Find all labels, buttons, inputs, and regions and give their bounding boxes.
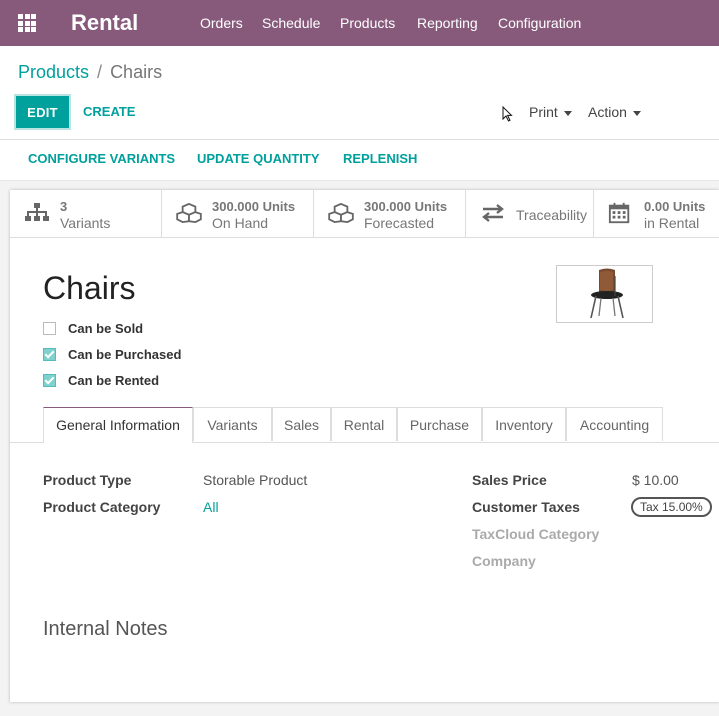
menu-products[interactable]: Products [340, 15, 395, 31]
on-hand-label: On Hand [212, 215, 269, 231]
chevron-down-icon [563, 110, 572, 116]
update-quantity-button[interactable]: UPDATE QUANTITY [197, 151, 320, 166]
product-name[interactable]: Chairs [43, 270, 135, 307]
customer-taxes-label: Customer Taxes [472, 499, 580, 515]
can-be-sold-label: Can be Sold [68, 321, 144, 336]
menu-configuration[interactable]: Configuration [498, 15, 581, 31]
tab-sales[interactable]: Sales [272, 407, 331, 441]
forecasted-value: 300.000 Units [364, 199, 448, 214]
chevron-down-icon [632, 110, 641, 116]
taxcloud-category-label: TaxCloud Category [472, 526, 600, 542]
create-button[interactable]: CREATE [83, 104, 135, 119]
variants-label: Variants [60, 215, 111, 231]
product-image[interactable] [556, 265, 653, 323]
replenish-button[interactable]: REPLENISH [343, 151, 417, 166]
can-be-rented-label: Can be Rented [68, 373, 160, 388]
traceability-smart-button[interactable]: Traceability [466, 190, 594, 237]
tab-general-information[interactable]: General Information [43, 407, 193, 443]
cubes-icon [176, 203, 202, 223]
tab-accounting[interactable]: Accounting [566, 407, 663, 441]
control-panel: Products / Chairs EDIT CREATE Print Action [0, 46, 719, 140]
traceability-label: Traceability [516, 207, 588, 223]
can-be-purchased-checkbox[interactable]: Can be Purchased [43, 347, 181, 362]
smart-button-box: 3 Variants 300.000 Units On Hand 300.000… [10, 190, 719, 238]
sitemap-icon [25, 203, 49, 221]
action-dropdown[interactable]: Action [588, 104, 641, 120]
tab-inventory[interactable]: Inventory [482, 407, 566, 441]
breadcrumb: Products / Chairs [18, 62, 162, 83]
checkbox-checked[interactable] [43, 348, 56, 362]
app-title[interactable]: Rental [71, 10, 138, 36]
menu-reporting[interactable]: Reporting [417, 15, 478, 31]
product-category-link[interactable]: All [203, 499, 219, 515]
print-dropdown[interactable]: Print [529, 104, 572, 120]
action-label: Action [588, 104, 627, 120]
forecasted-smart-button[interactable]: 300.000 Units Forecasted [314, 190, 466, 237]
tab-rental[interactable]: Rental [331, 407, 397, 441]
mouse-cursor-icon [502, 106, 513, 122]
can-be-sold-checkbox[interactable]: Can be Sold [43, 321, 143, 336]
top-navbar: Rental Orders Schedule Products Reportin… [0, 0, 719, 46]
product-type-label: Product Type [43, 472, 132, 488]
tax-tag-badge[interactable]: Tax 15.00% [631, 497, 712, 517]
configure-variants-button[interactable]: CONFIGURE VARIANTS [28, 151, 175, 166]
sales-price-label: Sales Price [472, 472, 547, 488]
notebook-tabs: General Information Variants Sales Renta… [10, 407, 719, 443]
checkbox-unchecked[interactable] [43, 322, 56, 336]
variants-count: 3 [60, 199, 68, 214]
edit-button[interactable]: EDIT [16, 96, 69, 128]
product-type-field[interactable]: Storable Product [203, 472, 307, 488]
print-label: Print [529, 104, 558, 120]
in-rental-label: in Rental [644, 215, 700, 231]
on-hand-value: 300.000 Units [212, 199, 296, 214]
apps-menu-icon[interactable] [18, 14, 36, 32]
breadcrumb-current: Chairs [110, 62, 163, 82]
sales-price-field[interactable]: $ 10.00 [632, 472, 679, 488]
form-sheet: 3 Variants 300.000 Units On Hand 300.000… [10, 190, 719, 702]
can-be-rented-checkbox[interactable]: Can be Rented [43, 373, 159, 388]
breadcrumb-separator: / [97, 62, 103, 82]
company-label: Company [472, 553, 536, 569]
menu-orders[interactable]: Orders [200, 15, 243, 31]
in-rental-value: 0.00 Units [644, 199, 706, 214]
on-hand-smart-button[interactable]: 300.000 Units On Hand [162, 190, 314, 237]
tab-purchase[interactable]: Purchase [397, 407, 482, 441]
tab-variants[interactable]: Variants [193, 407, 272, 441]
can-be-purchased-label: Can be Purchased [68, 347, 182, 362]
menu-schedule[interactable]: Schedule [262, 15, 320, 31]
variants-smart-button[interactable]: 3 Variants [10, 190, 162, 237]
breadcrumb-products-link[interactable]: Products [18, 62, 89, 82]
cubes-icon [328, 203, 354, 223]
form-statusbar: CONFIGURE VARIANTS UPDATE QUANTITY REPLE… [0, 140, 719, 181]
chair-image [590, 268, 624, 319]
product-category-label: Product Category [43, 499, 161, 515]
exchange-icon [482, 204, 504, 222]
calendar-icon [608, 202, 630, 224]
forecasted-label: Forecasted [364, 215, 435, 231]
in-rental-smart-button[interactable]: 0.00 Units in Rental [594, 190, 719, 237]
checkbox-checked[interactable] [43, 374, 56, 388]
internal-notes-heading: Internal Notes [43, 618, 168, 640]
